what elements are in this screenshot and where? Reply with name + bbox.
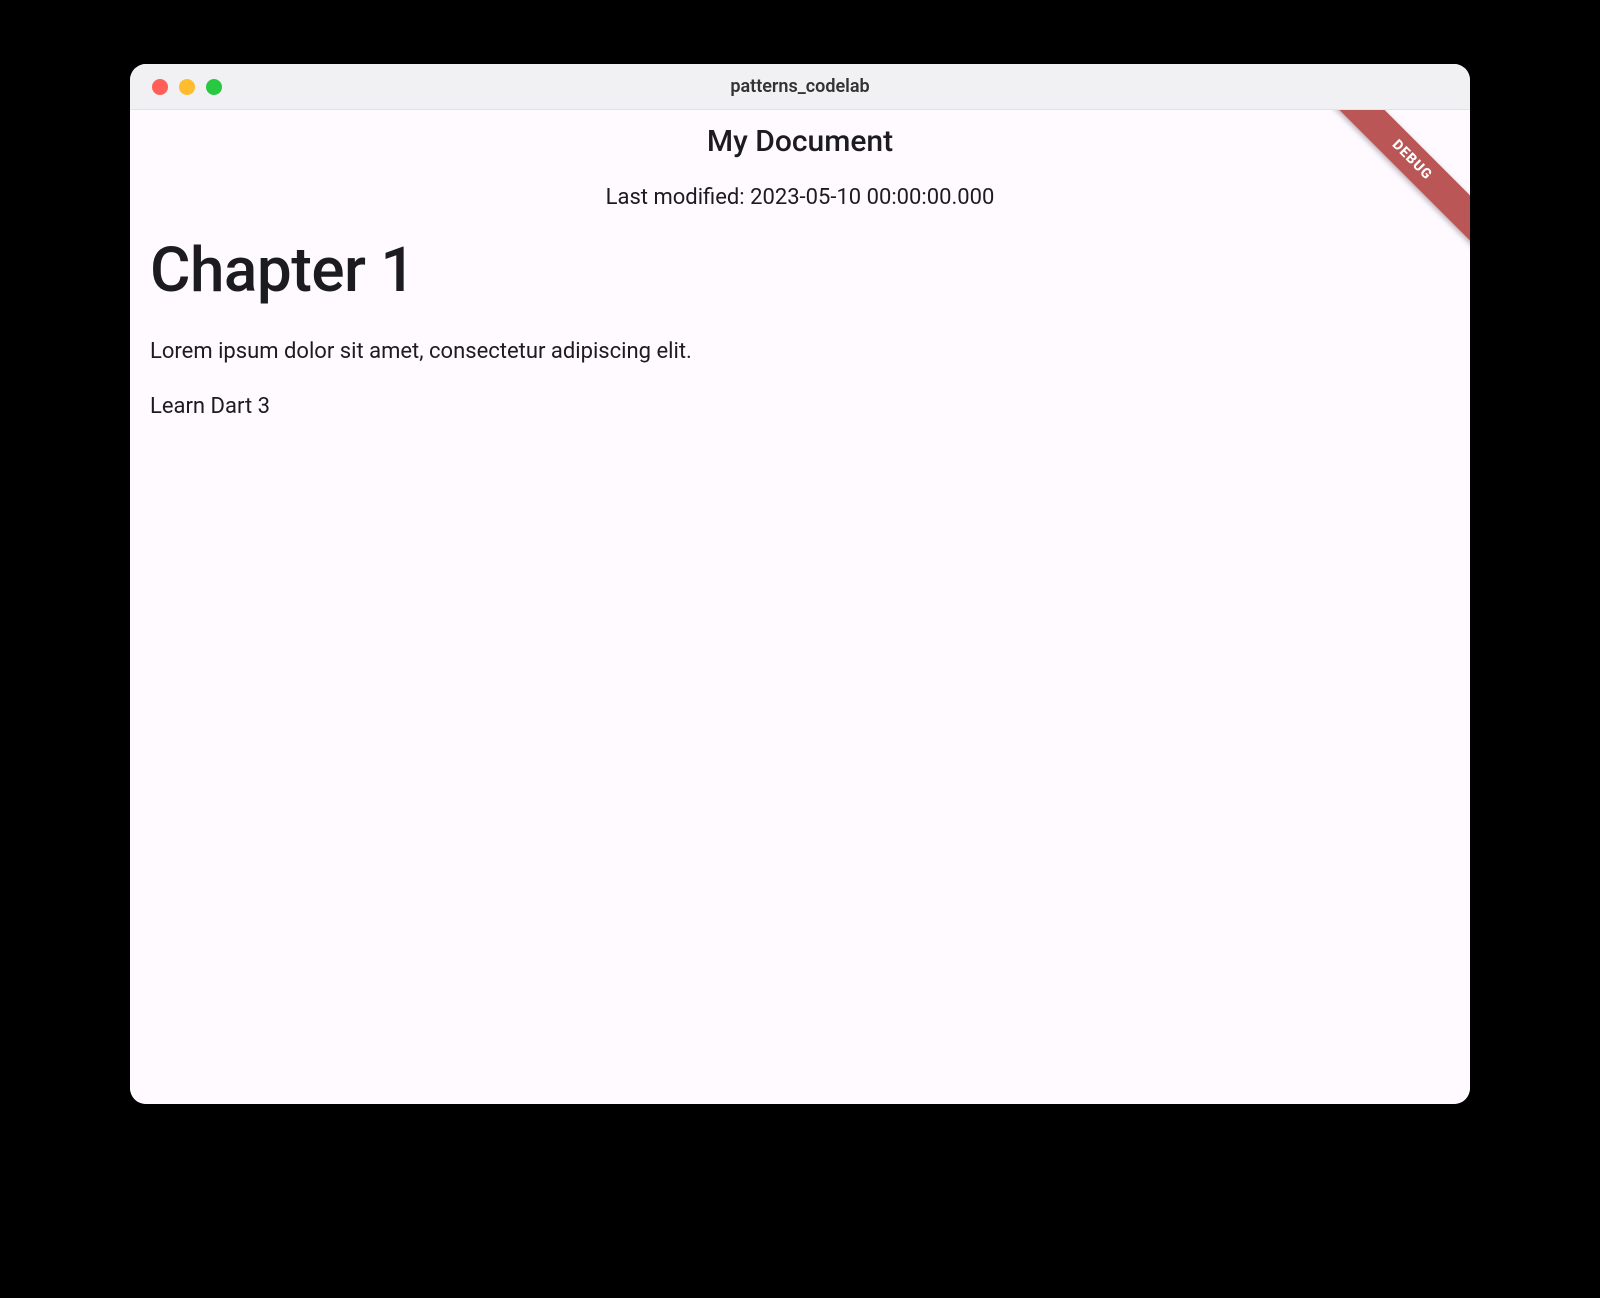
last-modified-text: Last modified: 2023-05-10 00:00:00.000 [130, 185, 1470, 210]
app-bar: My Document [130, 110, 1470, 159]
chapter-heading: Chapter 1 [150, 234, 1450, 307]
task-text: Learn Dart 3 [150, 394, 1450, 419]
window-minimize-button[interactable] [179, 79, 195, 95]
window-maximize-button[interactable] [206, 79, 222, 95]
page-title: My Document [130, 124, 1470, 159]
app-window: patterns_codelab DEBUG My Document Last … [130, 64, 1470, 1104]
subtitle-area: Last modified: 2023-05-10 00:00:00.000 [130, 159, 1470, 210]
window-controls [130, 79, 222, 95]
paragraph-text: Lorem ipsum dolor sit amet, consectetur … [150, 339, 1450, 364]
document-body: Chapter 1 Lorem ipsum dolor sit amet, co… [130, 210, 1470, 419]
app-content: DEBUG My Document Last modified: 2023-05… [130, 110, 1470, 1104]
window-title: patterns_codelab [130, 76, 1470, 97]
window-close-button[interactable] [152, 79, 168, 95]
window-titlebar[interactable]: patterns_codelab [130, 64, 1470, 110]
